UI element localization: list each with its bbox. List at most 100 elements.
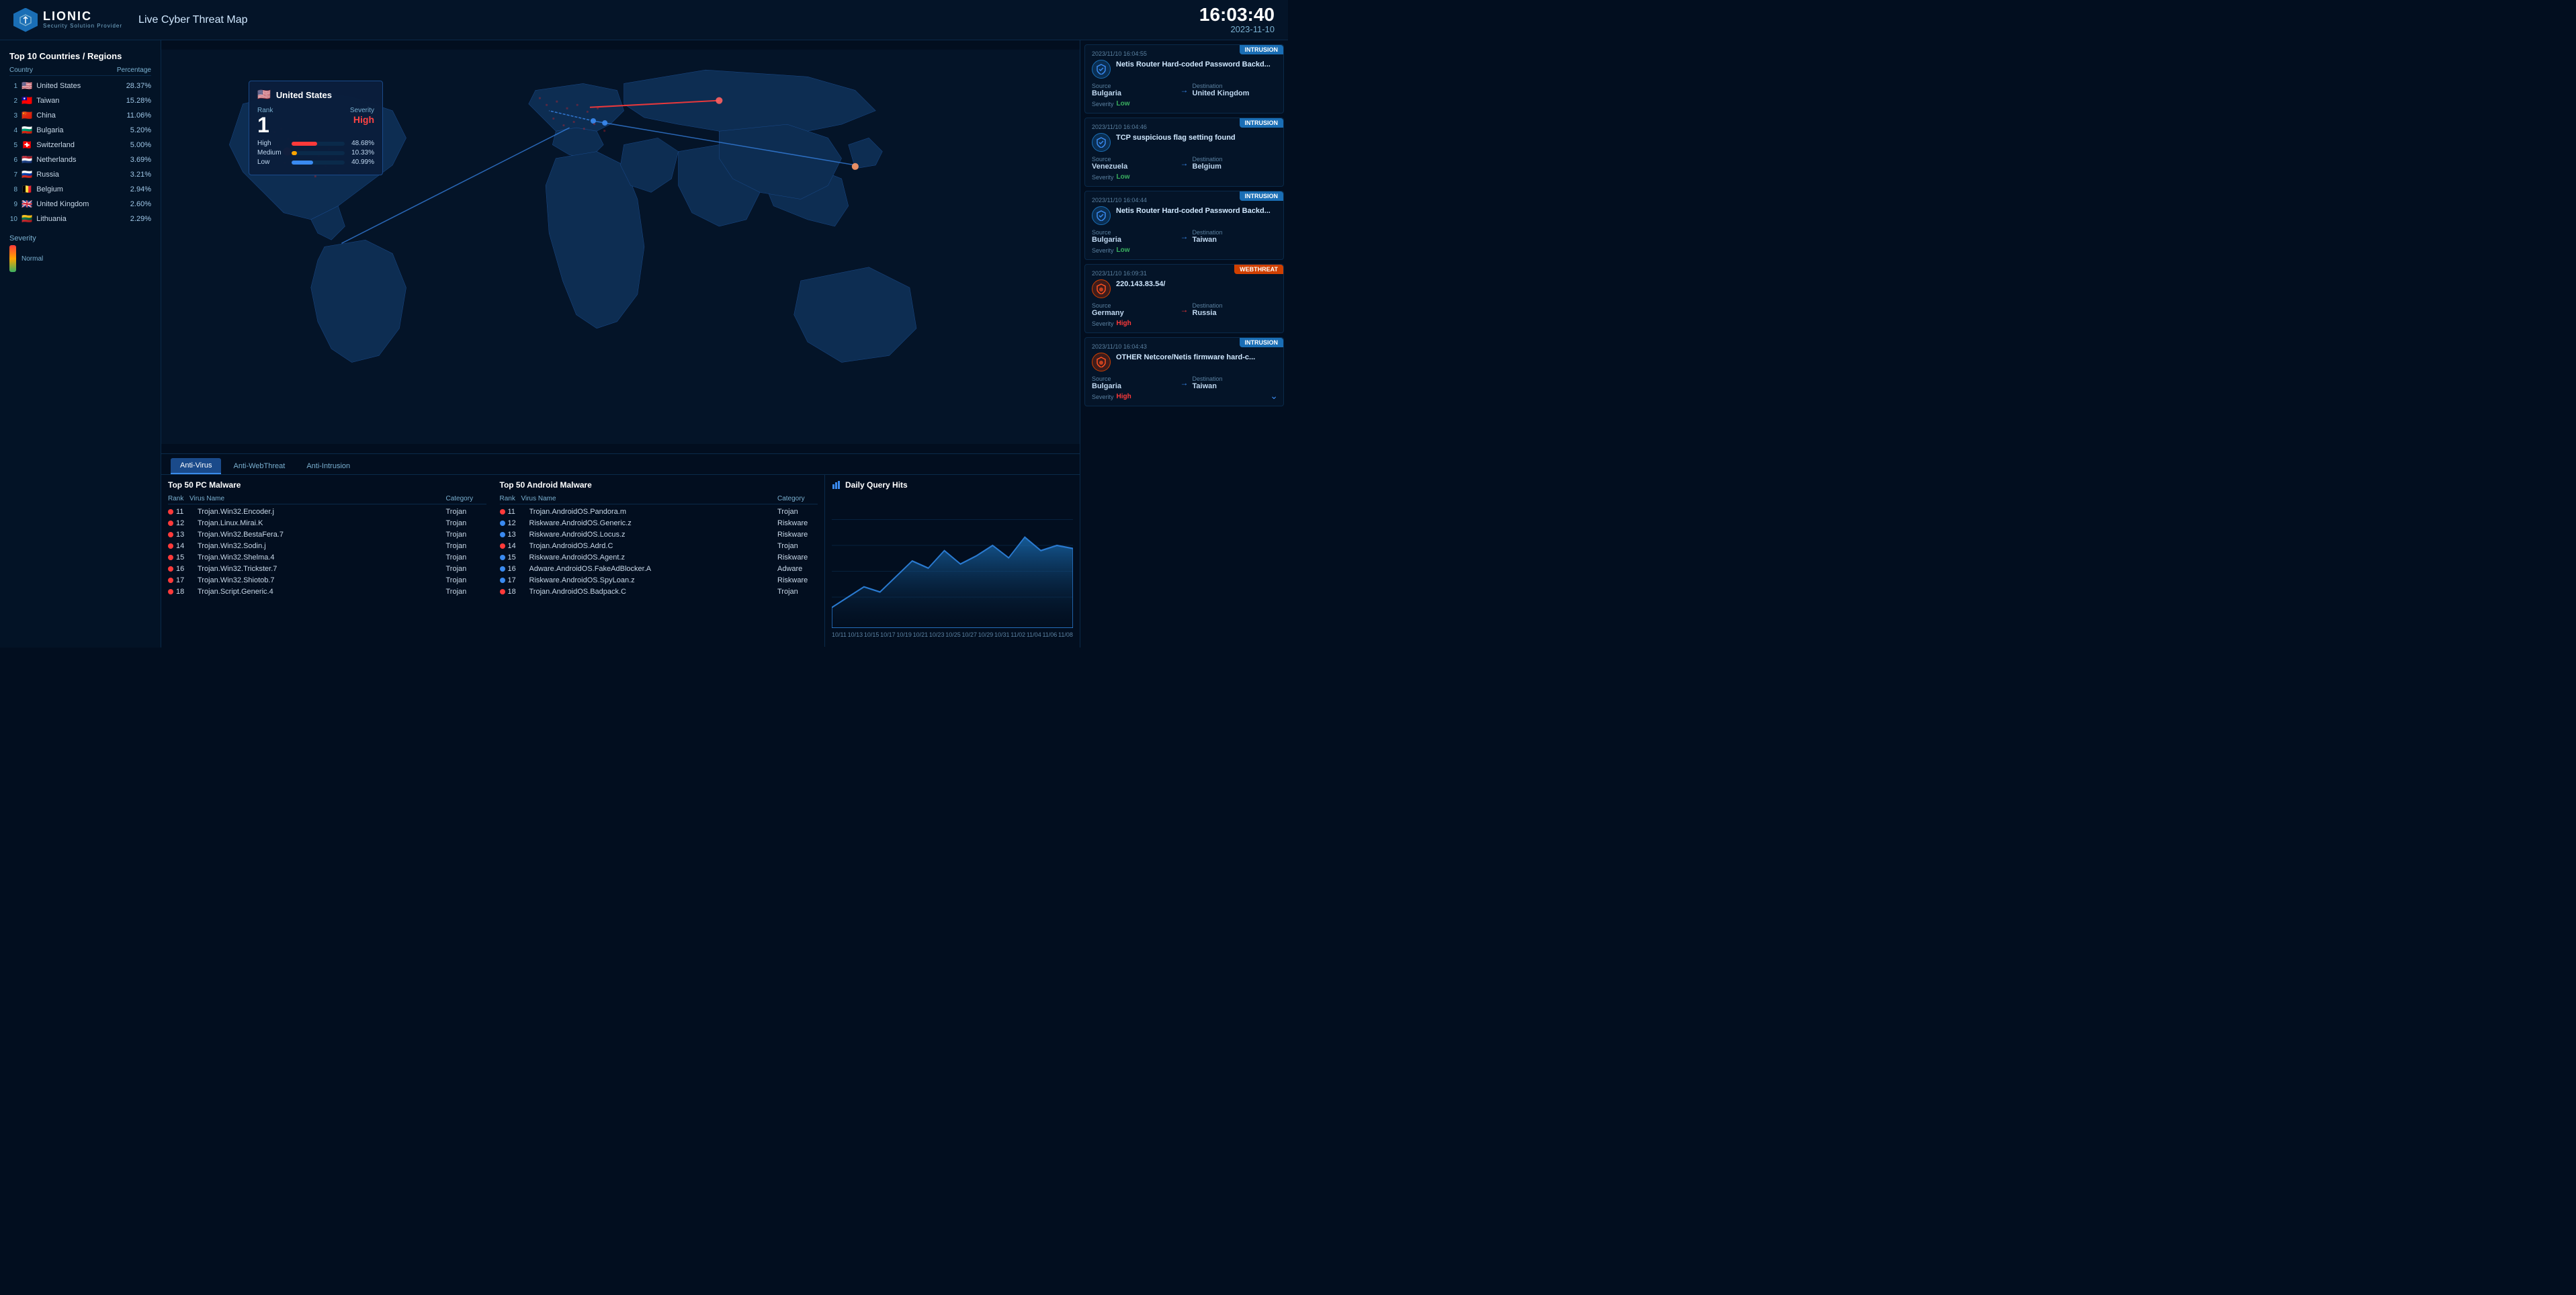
country-row: 1 🇺🇸 United States 28.37% — [9, 79, 151, 93]
malware-category: Trojan — [777, 588, 818, 596]
bar-label: Medium — [257, 149, 288, 157]
list-item: 14 Trojan.AndroidOS.Adrd.C Trojan — [500, 541, 818, 552]
header-time: 16:03:40 2023-11-10 — [1199, 5, 1275, 34]
malware-name: Trojan.AndroidOS.Adrd.C — [529, 542, 775, 550]
country-name: Switzerland — [36, 141, 75, 149]
country-pct: 3.21% — [130, 171, 151, 179]
pc-malware-cols: Rank Virus Name Category — [168, 494, 486, 504]
event-shield-icon — [1092, 353, 1111, 371]
event-card: WebThreat 2023/11/10 16:09:31 220.143.83… — [1084, 264, 1284, 333]
logo-text: LIONIC Security Solution Provider — [43, 10, 122, 30]
bottom-panel: Anti-Virus Anti-WebThreat Anti-Intrusion… — [161, 453, 1080, 648]
threat-dot — [168, 509, 173, 515]
event-card: Intrusion 2023/11/10 16:04:55 Netis Rout… — [1084, 44, 1284, 114]
android-malware-cols: Rank Virus Name Category — [500, 494, 818, 504]
route-source: Source Bulgaria — [1092, 375, 1176, 390]
popup-country-name: United States — [276, 90, 332, 100]
sev-label: Severity — [1092, 174, 1114, 181]
malware-name: Riskware.AndroidOS.Generic.z — [529, 519, 775, 527]
popup-country-row: 🇺🇸 United States — [257, 88, 374, 101]
list-item: 11 Trojan.Win32.Encoder.j Trojan — [168, 506, 486, 518]
popup-bar-row: Low 40.99% — [257, 159, 374, 166]
malware-rank: 14 — [176, 542, 195, 550]
rank-num: 7 — [9, 171, 17, 179]
country-row: 3 🇨🇳 China 11.06% — [9, 108, 151, 123]
flag-emoji: 🇹🇼 — [22, 95, 32, 106]
flag-emoji: 🇳🇱 — [22, 154, 32, 165]
malware-name: Trojan.Win32.Sodin.j — [198, 542, 443, 550]
list-item: 12 Trojan.Linux.Mirai.K Trojan — [168, 518, 486, 529]
dest-label: Destination — [1193, 229, 1277, 236]
dest-val: Taiwan — [1193, 382, 1277, 390]
dest-label: Destination — [1193, 83, 1277, 89]
event-title: OTHER Netcore/Netis firmware hard-c... — [1116, 353, 1277, 362]
country-name: Netherlands — [36, 156, 76, 164]
threat-dot — [168, 532, 173, 537]
source-val: Bulgaria — [1092, 382, 1176, 390]
country-row: 7 🇷🇺 Russia 3.21% — [9, 167, 151, 182]
bar-track — [292, 142, 345, 146]
country-left: 1 🇺🇸 United States — [9, 81, 81, 91]
x-label-3: 10/17 — [880, 631, 896, 638]
bar-pct: 48.68% — [349, 140, 374, 147]
malware-category: Trojan — [446, 588, 486, 596]
pc-col-cat: Category — [446, 495, 486, 502]
logo-sub: Security Solution Provider — [43, 24, 122, 30]
threat-dot — [500, 555, 505, 560]
country-row: 8 🇧🇪 Belgium 2.94% — [9, 182, 151, 197]
malware-name: Trojan.Win32.Shelma.4 — [198, 553, 443, 562]
country-left: 2 🇹🇼 Taiwan — [9, 95, 59, 106]
x-label-13: 11/06 — [1042, 631, 1057, 638]
col-percentage-label: Percentage — [117, 66, 151, 74]
threat-dot — [500, 532, 505, 537]
list-item: 16 Trojan.Win32.Trickster.7 Trojan — [168, 564, 486, 575]
country-left: 10 🇱🇹 Lithuania — [9, 214, 67, 224]
bar-fill — [292, 151, 297, 155]
route-source: Source Bulgaria — [1092, 229, 1176, 244]
dest-label: Destination — [1193, 375, 1277, 382]
pc-col-rank: Rank — [168, 495, 187, 502]
malware-rank: 18 — [508, 588, 527, 596]
expand-icon[interactable]: ⌄ — [1270, 390, 1278, 402]
country-pct: 2.94% — [130, 185, 151, 193]
malware-category: Riskware — [777, 531, 818, 539]
event-route: Source Venezuela → Destination Belgium — [1092, 156, 1277, 171]
tab-anti-intrusion[interactable]: Anti-Intrusion — [297, 459, 359, 474]
x-label-4: 10/19 — [896, 631, 912, 638]
x-label-5: 10/21 — [913, 631, 929, 638]
event-route: Source Bulgaria → Destination Taiwan — [1092, 375, 1277, 390]
bar-label: High — [257, 140, 288, 147]
flag-emoji: 🇧🇪 — [22, 184, 32, 195]
sev-val: Low — [1117, 173, 1130, 181]
event-badge: Intrusion — [1240, 45, 1284, 54]
countries-list: 1 🇺🇸 United States 28.37% 2 🇹🇼 Taiwan 15… — [9, 79, 151, 226]
source-label: Source — [1092, 156, 1176, 163]
chart-svg — [832, 494, 1073, 628]
flag-emoji: 🇨🇳 — [22, 110, 32, 121]
threat-dot — [500, 543, 505, 549]
malware-name: Trojan.Win32.Encoder.j — [198, 508, 443, 516]
list-item: 14 Trojan.Win32.Sodin.j Trojan — [168, 541, 486, 552]
tab-antivirus[interactable]: Anti-Virus — [171, 458, 221, 474]
route-arrow: → — [1180, 85, 1189, 95]
logo-box: LIONIC Security Solution Provider — [13, 8, 122, 32]
event-icon-row: TCP suspicious flag setting found — [1092, 133, 1277, 152]
country-left: 5 🇨🇭 Switzerland — [9, 140, 75, 150]
malware-category: Trojan — [446, 519, 486, 527]
malware-rank: 13 — [176, 531, 195, 539]
sev-val: Low — [1117, 100, 1130, 107]
country-name: China — [36, 111, 56, 120]
route-source: Source Venezuela — [1092, 156, 1176, 171]
app-title: Live Cyber Threat Map — [138, 14, 247, 26]
route-arrow: → — [1180, 232, 1189, 241]
malware-rank: 11 — [176, 508, 195, 516]
malware-category: Trojan — [446, 508, 486, 516]
threat-dot — [500, 589, 505, 594]
left-panel: Top 10 Countries / Regions Country Perce… — [0, 40, 161, 648]
tab-antiwebthreat[interactable]: Anti-WebThreat — [224, 459, 294, 474]
malware-category: Trojan — [446, 531, 486, 539]
event-route: Source Bulgaria → Destination United Kin… — [1092, 83, 1277, 97]
severity-level: Normal — [22, 255, 43, 263]
route-dest: Destination United Kingdom — [1193, 83, 1277, 97]
country-row: 2 🇹🇼 Taiwan 15.28% — [9, 93, 151, 108]
